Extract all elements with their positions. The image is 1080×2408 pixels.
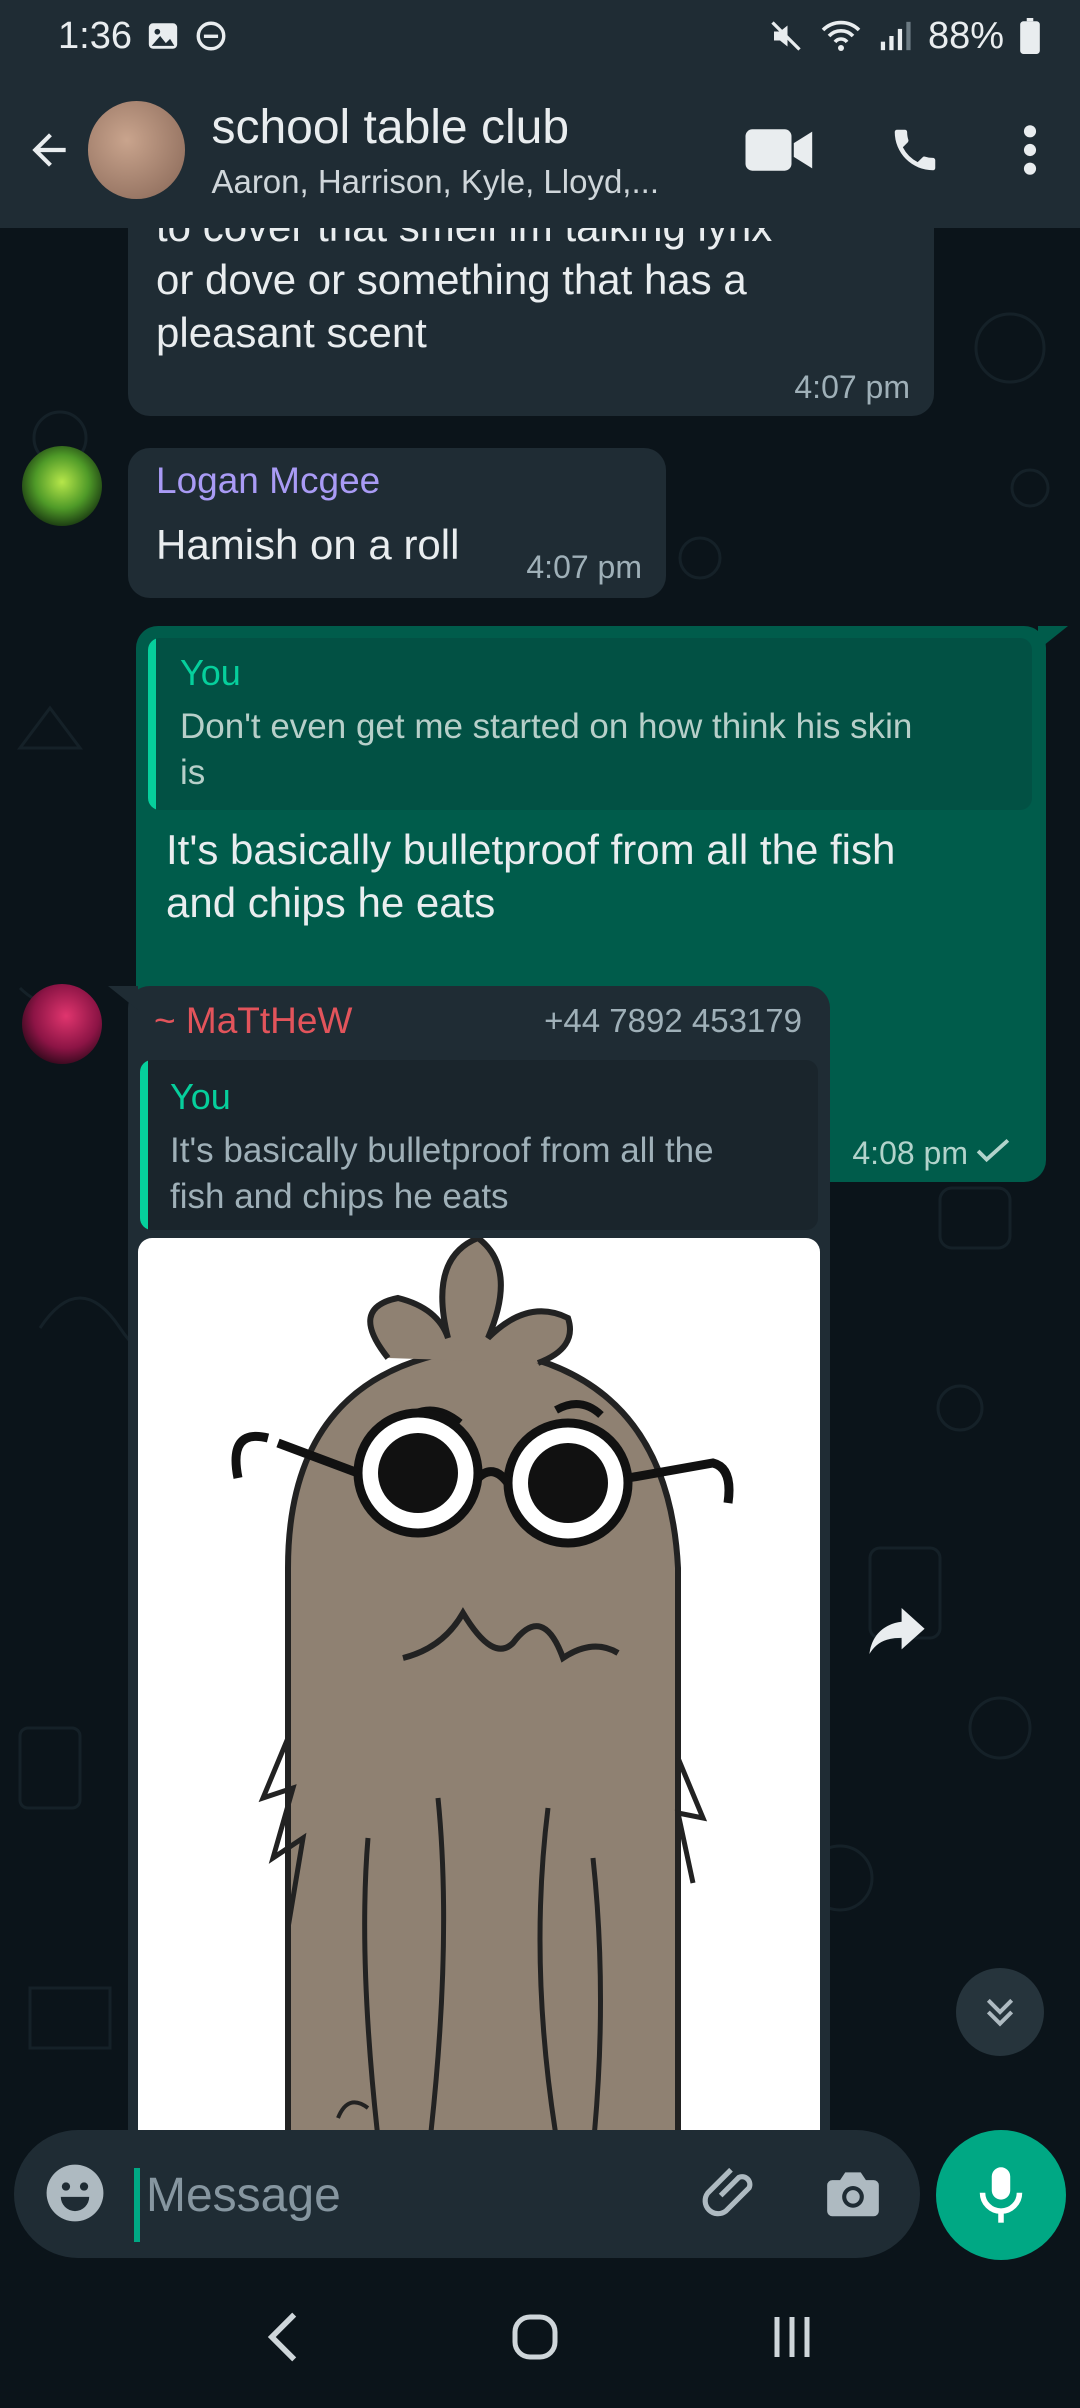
emoji-button[interactable] bbox=[44, 2162, 106, 2229]
quote-bar bbox=[140, 1060, 148, 1230]
sent-check-icon bbox=[976, 1138, 1010, 1163]
home-icon bbox=[512, 2314, 558, 2359]
message-time: 4:07 pm bbox=[794, 369, 910, 405]
avatar-logan[interactable] bbox=[22, 446, 102, 526]
quoted-message[interactable]: You Don't even get me started on how thi… bbox=[148, 638, 1032, 810]
arrow-left-icon bbox=[32, 133, 66, 167]
quoted-message[interactable]: You It's basically bulletproof from all … bbox=[140, 1060, 818, 1230]
phone-icon bbox=[894, 129, 936, 171]
more-vertical-icon bbox=[1023, 125, 1037, 175]
video-camera-icon bbox=[745, 129, 813, 171]
message-bubble[interactable]: to cover that smell im talking lynx or d… bbox=[128, 228, 934, 416]
message-time: 4:07 pm bbox=[526, 549, 642, 585]
status-bar: 1:36 88% bbox=[0, 0, 1080, 72]
message-input-container[interactable]: Message bbox=[14, 2130, 920, 2258]
message-input[interactable]: Message bbox=[146, 2168, 341, 2223]
paperclip-icon bbox=[702, 2167, 753, 2217]
voice-message-button[interactable] bbox=[936, 2130, 1066, 2260]
battery-icon bbox=[1020, 18, 1040, 54]
system-navigation-bar bbox=[0, 2270, 1080, 2408]
nav-home-button[interactable] bbox=[510, 2312, 560, 2367]
group-info[interactable]: school table club Aaron, Harrison, Kyle,… bbox=[211, 100, 710, 201]
image-attachment[interactable] bbox=[138, 1238, 820, 2130]
quote-author: You bbox=[180, 652, 241, 693]
group-title: school table club bbox=[211, 100, 570, 154]
forward-button[interactable] bbox=[862, 1596, 932, 1666]
gallery-notification-icon bbox=[146, 19, 180, 53]
microphone-icon bbox=[979, 2167, 1023, 2223]
group-avatar[interactable] bbox=[87, 101, 186, 199]
clock: 1:36 bbox=[58, 14, 132, 57]
message-line: It's basically bulletproof from all the … bbox=[166, 826, 896, 873]
back-button[interactable] bbox=[4, 72, 94, 228]
bubble-tail bbox=[108, 986, 138, 1010]
wifi-icon bbox=[820, 18, 862, 54]
scroll-to-bottom-button[interactable] bbox=[956, 1968, 1044, 2056]
battery-percent: 88% bbox=[927, 14, 1004, 57]
hairy-creature-image bbox=[231, 1238, 734, 2130]
quote-line: Don't even get me started on how think h… bbox=[180, 707, 913, 746]
sender-phone: +44 7892 453179 bbox=[544, 1002, 802, 1039]
nav-back-button[interactable] bbox=[263, 2309, 303, 2370]
camera-button[interactable] bbox=[822, 2162, 884, 2229]
bubble-tail bbox=[1038, 626, 1068, 650]
sender-name[interactable]: ~ MaTtHeW bbox=[154, 1000, 352, 1042]
voice-call-button[interactable] bbox=[850, 72, 980, 228]
message-line: to cover that smell im talking lynx bbox=[156, 228, 772, 253]
double-chevron-down-icon bbox=[986, 1998, 1014, 2027]
message-bubble[interactable]: Logan Mcgee Hamish on a roll 4:07 pm bbox=[128, 448, 666, 598]
message-line: or dove or something that has a bbox=[156, 256, 747, 303]
attach-button[interactable] bbox=[700, 2162, 762, 2229]
group-members: Aaron, Harrison, Kyle, Lloyd,... bbox=[211, 162, 659, 200]
chat-area[interactable]: to cover that smell im talking lynx or d… bbox=[0, 228, 1080, 2130]
quote-line: is bbox=[180, 753, 206, 792]
nav-recents-button[interactable] bbox=[767, 2312, 817, 2367]
message-line: pleasant scent bbox=[156, 309, 427, 356]
emoji-icon bbox=[46, 2164, 104, 2222]
camera-icon bbox=[827, 2172, 879, 2217]
text-cursor bbox=[134, 2168, 140, 2242]
message-line: and chips he eats bbox=[166, 879, 496, 926]
quote-line: It's basically bulletproof from all the bbox=[170, 1131, 714, 1170]
more-options-button[interactable] bbox=[980, 72, 1080, 228]
avatar-matthew[interactable] bbox=[22, 984, 102, 1064]
message-text: Hamish on a roll bbox=[156, 521, 460, 568]
recents-icon bbox=[774, 2316, 810, 2357]
message-time: 4:08 pm bbox=[852, 1135, 968, 1171]
sender-name[interactable]: Logan Mcgee bbox=[156, 460, 380, 502]
message-bubble[interactable]: ~ MaTtHeW +44 7892 453179 You It's basic… bbox=[108, 986, 830, 2130]
mute-icon bbox=[768, 18, 804, 54]
chevron-left-icon bbox=[268, 2312, 297, 2361]
quote-bar bbox=[148, 638, 156, 810]
quote-line: fish and chips he eats bbox=[170, 1177, 509, 1216]
chat-header: school table club Aaron, Harrison, Kyle,… bbox=[0, 72, 1080, 228]
do-not-disturb-icon bbox=[194, 19, 228, 53]
quote-author: You bbox=[170, 1076, 231, 1117]
signal-icon bbox=[878, 19, 912, 53]
composer: Message bbox=[0, 2130, 1080, 2270]
video-call-button[interactable] bbox=[710, 72, 850, 228]
forward-arrow-icon bbox=[869, 1608, 925, 1654]
